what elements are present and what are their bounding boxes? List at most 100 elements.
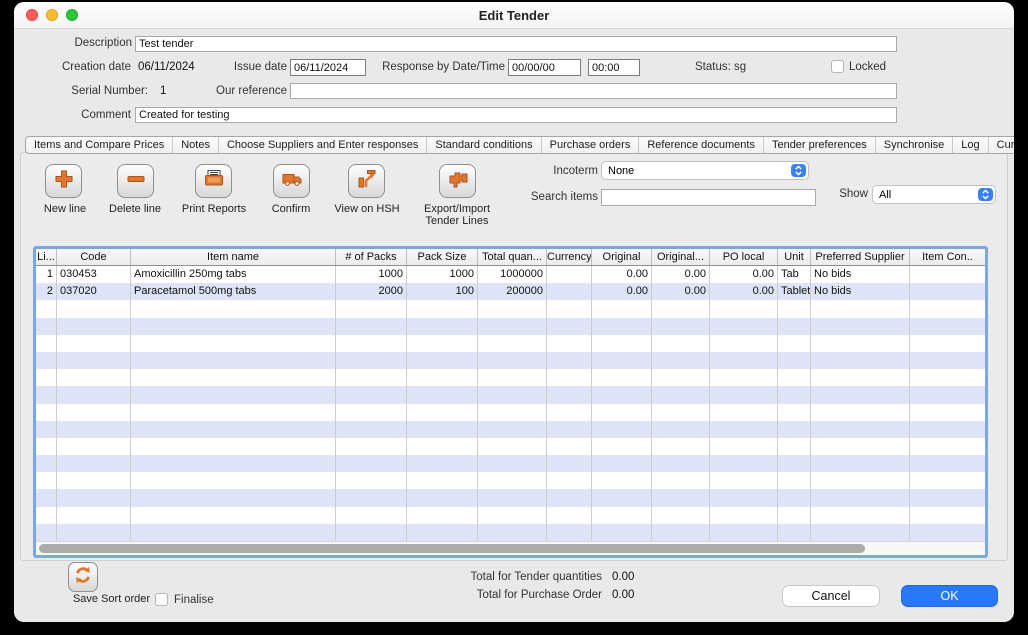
cell	[811, 352, 910, 369]
delete-line-button[interactable]	[117, 164, 154, 198]
column-header-total-quan-[interactable]: Total quan...	[478, 249, 547, 265]
cell	[57, 472, 131, 489]
table-row-empty[interactable]	[36, 507, 985, 524]
cancel-button[interactable]: Cancel	[782, 585, 880, 607]
cell	[547, 438, 592, 455]
response-by-time-input[interactable]	[588, 59, 640, 76]
scrollbar-thumb[interactable]	[39, 544, 865, 553]
minus-icon	[124, 167, 148, 196]
cell	[910, 489, 985, 506]
table-row-empty[interactable]	[36, 300, 985, 317]
cell	[710, 507, 778, 524]
cell	[36, 472, 57, 489]
chart-up-arrow-icon	[355, 167, 379, 196]
new-line-button[interactable]	[45, 164, 82, 198]
cell: 200000	[478, 283, 547, 300]
table-row-empty[interactable]	[36, 524, 985, 541]
table-row-empty[interactable]	[36, 335, 985, 352]
table-row-empty[interactable]	[36, 369, 985, 386]
cell	[547, 489, 592, 506]
tab-items-and-compare-prices[interactable]: Items and Compare Prices	[26, 137, 173, 153]
column-header--of-packs[interactable]: # of Packs	[336, 249, 407, 265]
cell	[478, 300, 547, 317]
description-input[interactable]	[135, 36, 897, 52]
table-row-empty[interactable]	[36, 318, 985, 335]
table-row-empty[interactable]	[36, 438, 985, 455]
table-row-empty[interactable]	[36, 489, 985, 506]
save-sort-order-button[interactable]	[68, 562, 98, 592]
column-header-unit[interactable]: Unit	[778, 249, 811, 265]
ok-button[interactable]: OK	[901, 585, 998, 607]
locked-label: Locked	[849, 61, 886, 73]
tab-purchase-orders[interactable]: Purchase orders	[542, 137, 640, 153]
title-bar: Edit Tender	[14, 2, 1014, 29]
show-dropdown[interactable]: All	[872, 185, 996, 204]
horizontal-scrollbar[interactable]	[36, 541, 985, 555]
cell	[710, 438, 778, 455]
cell	[547, 283, 592, 300]
tab-choose-suppliers-and-enter-responses[interactable]: Choose Suppliers and Enter responses	[219, 137, 427, 153]
column-header-preferred-supplier[interactable]: Preferred Supplier	[811, 249, 910, 265]
cell	[592, 369, 652, 386]
cell	[407, 507, 478, 524]
cell	[592, 489, 652, 506]
table-row-empty[interactable]	[36, 404, 985, 421]
window-title: Edit Tender	[14, 8, 1014, 23]
cell: Tab	[778, 266, 811, 283]
tab-standard-conditions[interactable]: Standard conditions	[427, 137, 541, 153]
tab-log[interactable]: Log	[953, 137, 988, 153]
table-row-empty[interactable]	[36, 472, 985, 489]
column-header-code[interactable]: Code	[57, 249, 131, 265]
locked-checkbox[interactable]	[831, 60, 844, 73]
cell	[407, 438, 478, 455]
cell	[57, 489, 131, 506]
cell: 1000	[407, 266, 478, 283]
cell	[36, 438, 57, 455]
incoterm-label: Incoterm	[454, 165, 598, 177]
table-row-empty[interactable]	[36, 455, 985, 472]
table-row[interactable]: 2037020Paracetamol 500mg tabs20001002000…	[36, 283, 985, 300]
tab-reference-documents[interactable]: Reference documents	[639, 137, 764, 153]
column-header-item-name[interactable]: Item name	[131, 249, 336, 265]
table-row-empty[interactable]	[36, 421, 985, 438]
cell	[652, 335, 710, 352]
column-header-currency[interactable]: Currency	[547, 249, 592, 265]
tab-synchronise[interactable]: Synchronise	[876, 137, 954, 153]
comment-input[interactable]	[135, 107, 897, 123]
cell	[336, 472, 407, 489]
issue-date-label: Issue date	[174, 61, 287, 73]
incoterm-dropdown[interactable]: None	[601, 161, 809, 180]
column-header-original-[interactable]: Original...	[652, 249, 710, 265]
our-reference-input[interactable]	[290, 83, 897, 99]
cell	[592, 421, 652, 438]
cell	[910, 369, 985, 386]
cell	[811, 421, 910, 438]
confirm-button[interactable]	[273, 164, 310, 198]
column-header-original[interactable]: Original	[592, 249, 652, 265]
table-row-empty[interactable]	[36, 386, 985, 403]
tab-tender-preferences[interactable]: Tender preferences	[764, 137, 876, 153]
cell	[407, 489, 478, 506]
tab-notes[interactable]: Notes	[173, 137, 219, 153]
cell: Paracetamol 500mg tabs	[131, 283, 336, 300]
table-row[interactable]: 1030453Amoxicillin 250mg tabs10001000100…	[36, 266, 985, 283]
search-items-input[interactable]	[601, 189, 816, 206]
cell	[57, 438, 131, 455]
cell	[547, 524, 592, 541]
cell	[57, 507, 131, 524]
cell	[652, 455, 710, 472]
cell	[592, 507, 652, 524]
view-on-hsh-label: View on HSH	[329, 203, 405, 215]
tab-currencies[interactable]: Currencies	[989, 137, 1014, 153]
cell	[910, 335, 985, 352]
column-header-item-con-[interactable]: Item Con..	[910, 249, 985, 265]
column-header-li-[interactable]: Li...	[36, 249, 57, 265]
column-header-pack-size[interactable]: Pack Size	[407, 249, 478, 265]
table-row-empty[interactable]	[36, 352, 985, 369]
cell	[407, 352, 478, 369]
confirm-label: Confirm	[261, 203, 321, 215]
print-reports-button[interactable]	[195, 164, 232, 198]
response-by-date-input[interactable]	[508, 59, 581, 76]
column-header-po-local[interactable]: PO local	[710, 249, 778, 265]
view-on-hsh-button[interactable]	[348, 164, 385, 198]
